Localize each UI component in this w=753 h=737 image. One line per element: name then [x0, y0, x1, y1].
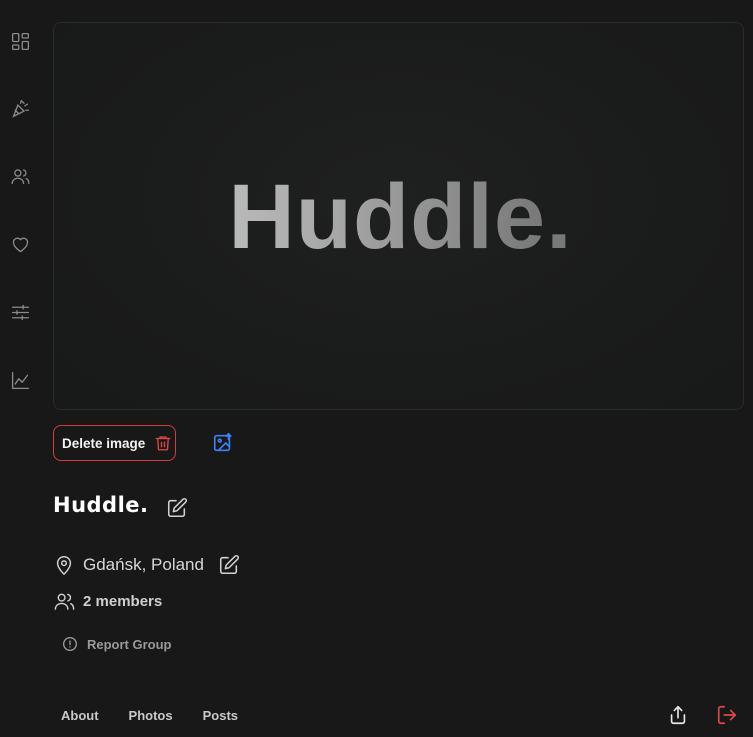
image-upload-icon [213, 433, 232, 452]
cover-logo-text: Huddle. [54, 167, 743, 267]
group-title: Huddle. [53, 493, 149, 517]
party-popper-icon[interactable] [9, 97, 31, 119]
report-group-label: Report Group [87, 636, 172, 652]
share-button[interactable] [667, 704, 689, 726]
members-count: 2 members [83, 592, 163, 610]
edit-title-button[interactable] [166, 497, 188, 519]
delete-image-label: Delete image [62, 435, 146, 451]
sliders-icon[interactable] [9, 301, 31, 323]
delete-image-button[interactable]: Delete image [53, 425, 176, 461]
tab-about[interactable]: About [61, 708, 99, 723]
logout-icon [717, 705, 737, 725]
report-group-button[interactable]: Report Group [62, 634, 172, 654]
upload-image-button[interactable] [212, 432, 234, 454]
members-icon [54, 593, 75, 610]
chart-icon[interactable] [9, 369, 31, 391]
location-pin-icon [56, 556, 72, 575]
tab-posts[interactable]: Posts [203, 708, 238, 723]
sidebar [0, 0, 40, 737]
share-icon [670, 705, 686, 725]
location-text: Gdańsk, Poland [83, 555, 204, 574]
group-tabs: About Photos Posts [61, 705, 268, 725]
cover-image: Huddle. [53, 22, 744, 410]
trash-icon [155, 436, 171, 451]
edit-location-icon[interactable] [218, 554, 240, 576]
users-icon[interactable] [9, 165, 31, 187]
alert-circle-icon [63, 637, 77, 651]
dashboard-icon[interactable] [9, 30, 31, 52]
leave-group-button[interactable] [716, 704, 738, 726]
location-row: Gdańsk, Poland [53, 553, 240, 577]
tab-photos[interactable]: Photos [129, 708, 173, 723]
edit-icon [167, 498, 187, 518]
members-row[interactable]: 2 members [53, 589, 162, 613]
heart-icon[interactable] [9, 233, 31, 255]
